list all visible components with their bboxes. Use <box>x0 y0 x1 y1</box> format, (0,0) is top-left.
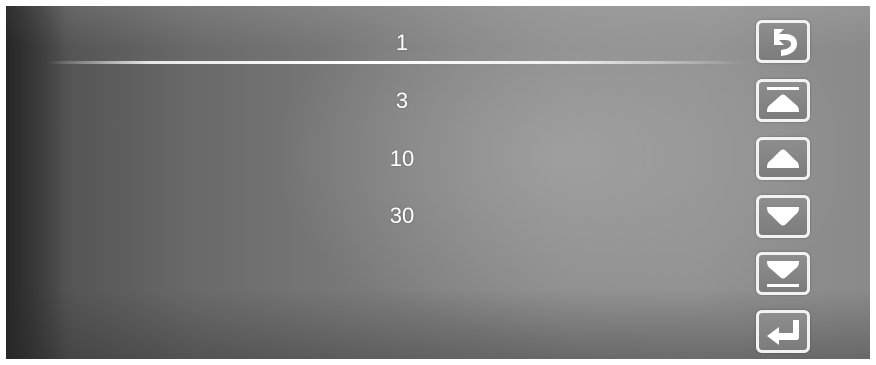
list-item-label: 3 <box>395 88 409 113</box>
selection-highlight <box>46 61 746 64</box>
value-list: 1 3 10 30 <box>6 6 746 359</box>
scroll-to-top-button[interactable] <box>756 79 810 122</box>
scroll-to-bottom-icon <box>767 261 799 287</box>
list-item[interactable]: 3 <box>6 72 746 130</box>
scroll-up-button[interactable] <box>756 137 810 180</box>
scroll-to-top-icon <box>767 87 799 112</box>
menu-screen: 1 3 10 30 <box>6 6 870 359</box>
arrow-down-icon <box>767 207 799 226</box>
scroll-to-bottom-button[interactable] <box>756 252 810 295</box>
list-item-label: 10 <box>389 146 415 171</box>
arrow-up-icon <box>767 149 799 168</box>
list-item[interactable]: 30 <box>6 187 746 245</box>
list-item[interactable]: 10 <box>6 130 746 188</box>
list-item-label: 30 <box>389 203 415 228</box>
enter-button[interactable] <box>756 310 810 353</box>
back-button[interactable] <box>756 20 810 63</box>
enter-icon <box>767 320 799 345</box>
scroll-down-button[interactable] <box>756 195 810 238</box>
back-icon <box>774 29 797 56</box>
